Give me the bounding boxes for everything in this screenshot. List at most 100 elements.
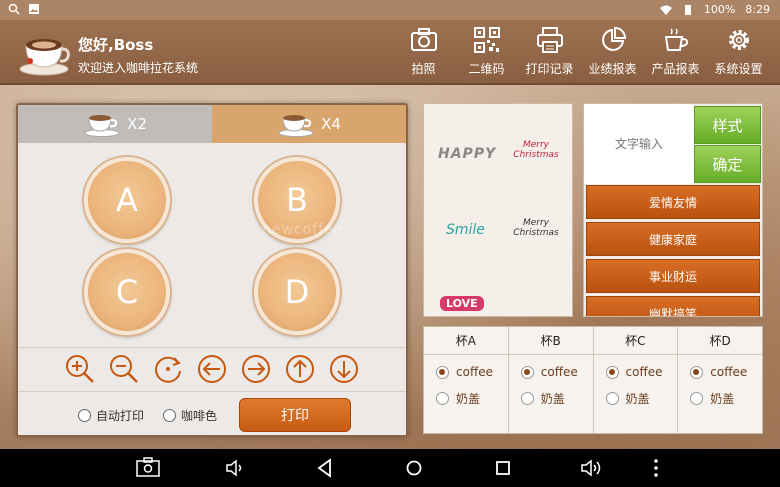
settings-label: 系统设置 — [714, 62, 763, 76]
tab-x2-label: X2 — [127, 115, 147, 133]
tab-x4-label: X4 — [321, 115, 341, 133]
system-nav-bar — [0, 449, 780, 487]
zoom-in-icon[interactable] — [62, 351, 98, 387]
product-report-button[interactable]: 产品报表 — [644, 24, 707, 80]
category-health-family[interactable]: 健康家庭 — [586, 222, 760, 256]
zoom-out-icon[interactable] — [106, 351, 142, 387]
pie-chart-icon — [601, 26, 626, 51]
lid-label: 奶盖 — [625, 392, 650, 406]
category-humor[interactable]: 幽默搞笑 — [586, 296, 760, 316]
arrow-up-icon[interactable] — [282, 351, 318, 387]
cup-c-lid-radio[interactable]: 奶盖 — [605, 390, 650, 407]
cup-a-button[interactable]: A — [84, 157, 170, 243]
cup-column-header: 杯D — [678, 327, 762, 355]
pattern-happy[interactable]: HAPPY — [438, 146, 496, 162]
cup-layout-panel: X2 X4 A B C D 自动打印 咖啡色 打印 — [16, 103, 408, 437]
cup-column: 杯D coffee 奶盖 — [678, 327, 762, 433]
watermark: newcoffee — [262, 222, 344, 238]
cup-d-button[interactable]: D — [254, 249, 340, 335]
radio-selected — [436, 365, 449, 379]
cup-c-button[interactable]: C — [84, 249, 170, 335]
performance-report-button[interactable]: 业绩报表 — [581, 24, 644, 80]
cup-column-header: 杯B — [508, 327, 593, 355]
cup-count-tabs: X2 X4 — [18, 105, 406, 143]
pattern-merry-christmas-1[interactable]: Merry Christmas — [510, 140, 562, 160]
coffee-label: coffee — [625, 365, 663, 379]
adjust-controls — [18, 347, 406, 389]
app-header: 您好,Boss 欢迎进入咖啡拉花系统 拍照 二维码 打印记录 业绩报表 产品报表… — [0, 20, 780, 85]
pattern-love[interactable]: LOVE — [440, 296, 484, 311]
search-icon — [8, 3, 20, 15]
back-icon[interactable] — [313, 457, 337, 479]
camera-label: 拍照 — [411, 62, 436, 76]
camera-button[interactable]: 拍照 — [392, 24, 455, 80]
greeting-subtitle: 欢迎进入咖啡拉花系统 — [78, 61, 199, 75]
radio-circle — [690, 392, 704, 405]
radio-selected — [520, 365, 534, 379]
coffee-logo-icon — [19, 39, 70, 76]
pattern-gallery: HAPPY Merry Christmas Smile Merry Christ… — [423, 103, 573, 317]
cup-options-table: 杯A coffee 奶盖 杯B coffee 奶盖 杯C coffee 奶盖 杯… — [423, 326, 763, 434]
qrcode-button[interactable]: 二维码 — [455, 24, 518, 80]
text-input[interactable] — [584, 104, 694, 184]
cup-b-coffee-radio[interactable]: coffee — [520, 365, 578, 379]
pattern-merry-christmas-2[interactable]: Merry Christmas — [510, 218, 562, 238]
recent-apps-icon[interactable] — [491, 457, 515, 479]
radio-circle — [520, 392, 534, 405]
battery-icon — [684, 4, 691, 15]
coffee-label: coffee — [710, 365, 748, 379]
confirm-button[interactable]: 确定 — [694, 145, 761, 183]
print-record-button[interactable]: 打印记录 — [518, 24, 581, 80]
coffee-cup-icon — [84, 115, 120, 137]
style-button[interactable]: 样式 — [694, 106, 761, 144]
coffee-color-radio[interactable]: 咖啡色 — [163, 407, 217, 424]
cup-a-coffee-radio[interactable]: coffee — [436, 365, 493, 379]
cup-column: 杯A coffee 奶盖 — [424, 327, 509, 433]
rotate-icon[interactable] — [150, 351, 186, 387]
arrow-left-icon[interactable] — [194, 351, 230, 387]
arrow-right-icon[interactable] — [238, 351, 274, 387]
tab-x2[interactable]: X2 — [18, 105, 212, 143]
cup-b-lid-radio[interactable]: 奶盖 — [520, 390, 565, 407]
tab-x4[interactable]: X4 — [212, 105, 406, 143]
status-bar: 100% 8:29 — [0, 0, 780, 20]
pattern-smile[interactable]: Smile — [446, 222, 485, 238]
text-panel: 样式 确定 爱情友情 健康家庭 事业财运 幽默搞笑 — [583, 103, 763, 317]
screenshot-icon[interactable] — [136, 457, 160, 479]
cup-column-header: 杯A — [424, 327, 508, 355]
more-icon[interactable] — [644, 457, 668, 479]
clock: 8:29 — [745, 3, 770, 16]
category-career-wealth[interactable]: 事业财运 — [586, 259, 760, 293]
cup-grid: A B C D — [18, 143, 406, 343]
volume-down-icon[interactable] — [224, 457, 248, 479]
print-button[interactable]: 打印 — [239, 398, 351, 432]
auto-print-label: 自动打印 — [96, 409, 145, 423]
cup-column: 杯C coffee 奶盖 — [593, 327, 679, 433]
coffee-label: coffee — [540, 365, 578, 379]
cup-c-coffee-radio[interactable]: coffee — [605, 365, 663, 379]
performance-report-label: 业绩报表 — [588, 62, 637, 76]
cup-d-coffee-radio[interactable]: coffee — [690, 365, 747, 379]
volume-up-icon[interactable] — [580, 457, 604, 479]
cup-d-lid-radio[interactable]: 奶盖 — [690, 390, 734, 407]
category-love-friendship[interactable]: 爱情友情 — [586, 185, 760, 219]
coffee-color-label: 咖啡色 — [181, 409, 218, 423]
lid-label: 奶盖 — [710, 392, 735, 406]
coffee-label: coffee — [456, 365, 493, 379]
radio-circle — [605, 392, 619, 405]
home-icon[interactable] — [402, 457, 426, 479]
print-options: 自动打印 咖啡色 打印 — [18, 391, 406, 435]
wifi-icon — [659, 5, 672, 15]
radio-selected — [690, 365, 704, 379]
settings-button[interactable]: 系统设置 — [707, 24, 770, 80]
arrow-down-icon[interactable] — [326, 351, 362, 387]
cup-a-lid-radio[interactable]: 奶盖 — [436, 390, 480, 407]
auto-print-radio[interactable]: 自动打印 — [78, 407, 144, 424]
gear-icon — [728, 30, 749, 50]
image-icon — [29, 4, 39, 14]
product-report-label: 产品报表 — [651, 62, 700, 76]
greeting-title: 您好,Boss — [78, 36, 154, 54]
qrcode-label: 二维码 — [468, 62, 505, 76]
cup-column: 杯B coffee 奶盖 — [508, 327, 594, 433]
qrcode-icon — [473, 27, 500, 53]
